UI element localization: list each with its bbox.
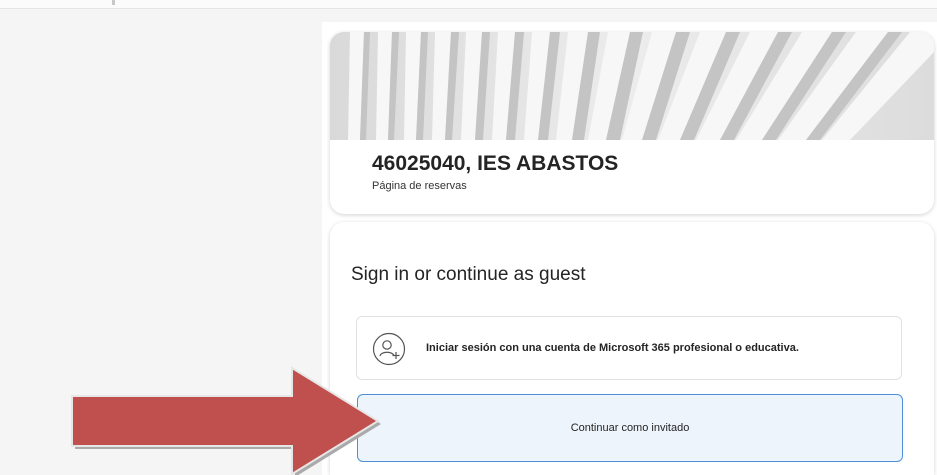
top-strip — [0, 0, 937, 9]
signin-option-label: Iniciar sesión con una cuenta de Microso… — [426, 342, 799, 354]
person-add-icon — [372, 332, 406, 366]
continue-as-guest-button[interactable]: Continuar como invitado — [357, 394, 903, 462]
top-strip-mark — [112, 0, 115, 5]
signin-heading: Sign in or continue as guest — [351, 264, 586, 285]
header-card: 46025040, IES ABASTOS Página de reservas — [330, 32, 934, 214]
continue-as-guest-label: Continuar como invitado — [570, 422, 690, 434]
organization-subtitle: Página de reservas — [372, 180, 467, 192]
banner-image — [330, 32, 934, 140]
organization-title: 46025040, IES ABASTOS — [372, 152, 619, 175]
signin-option-button[interactable]: Iniciar sesión con una cuenta de Microso… — [356, 316, 902, 380]
signin-card: Sign in or continue as guest Iniciar ses… — [330, 222, 934, 475]
